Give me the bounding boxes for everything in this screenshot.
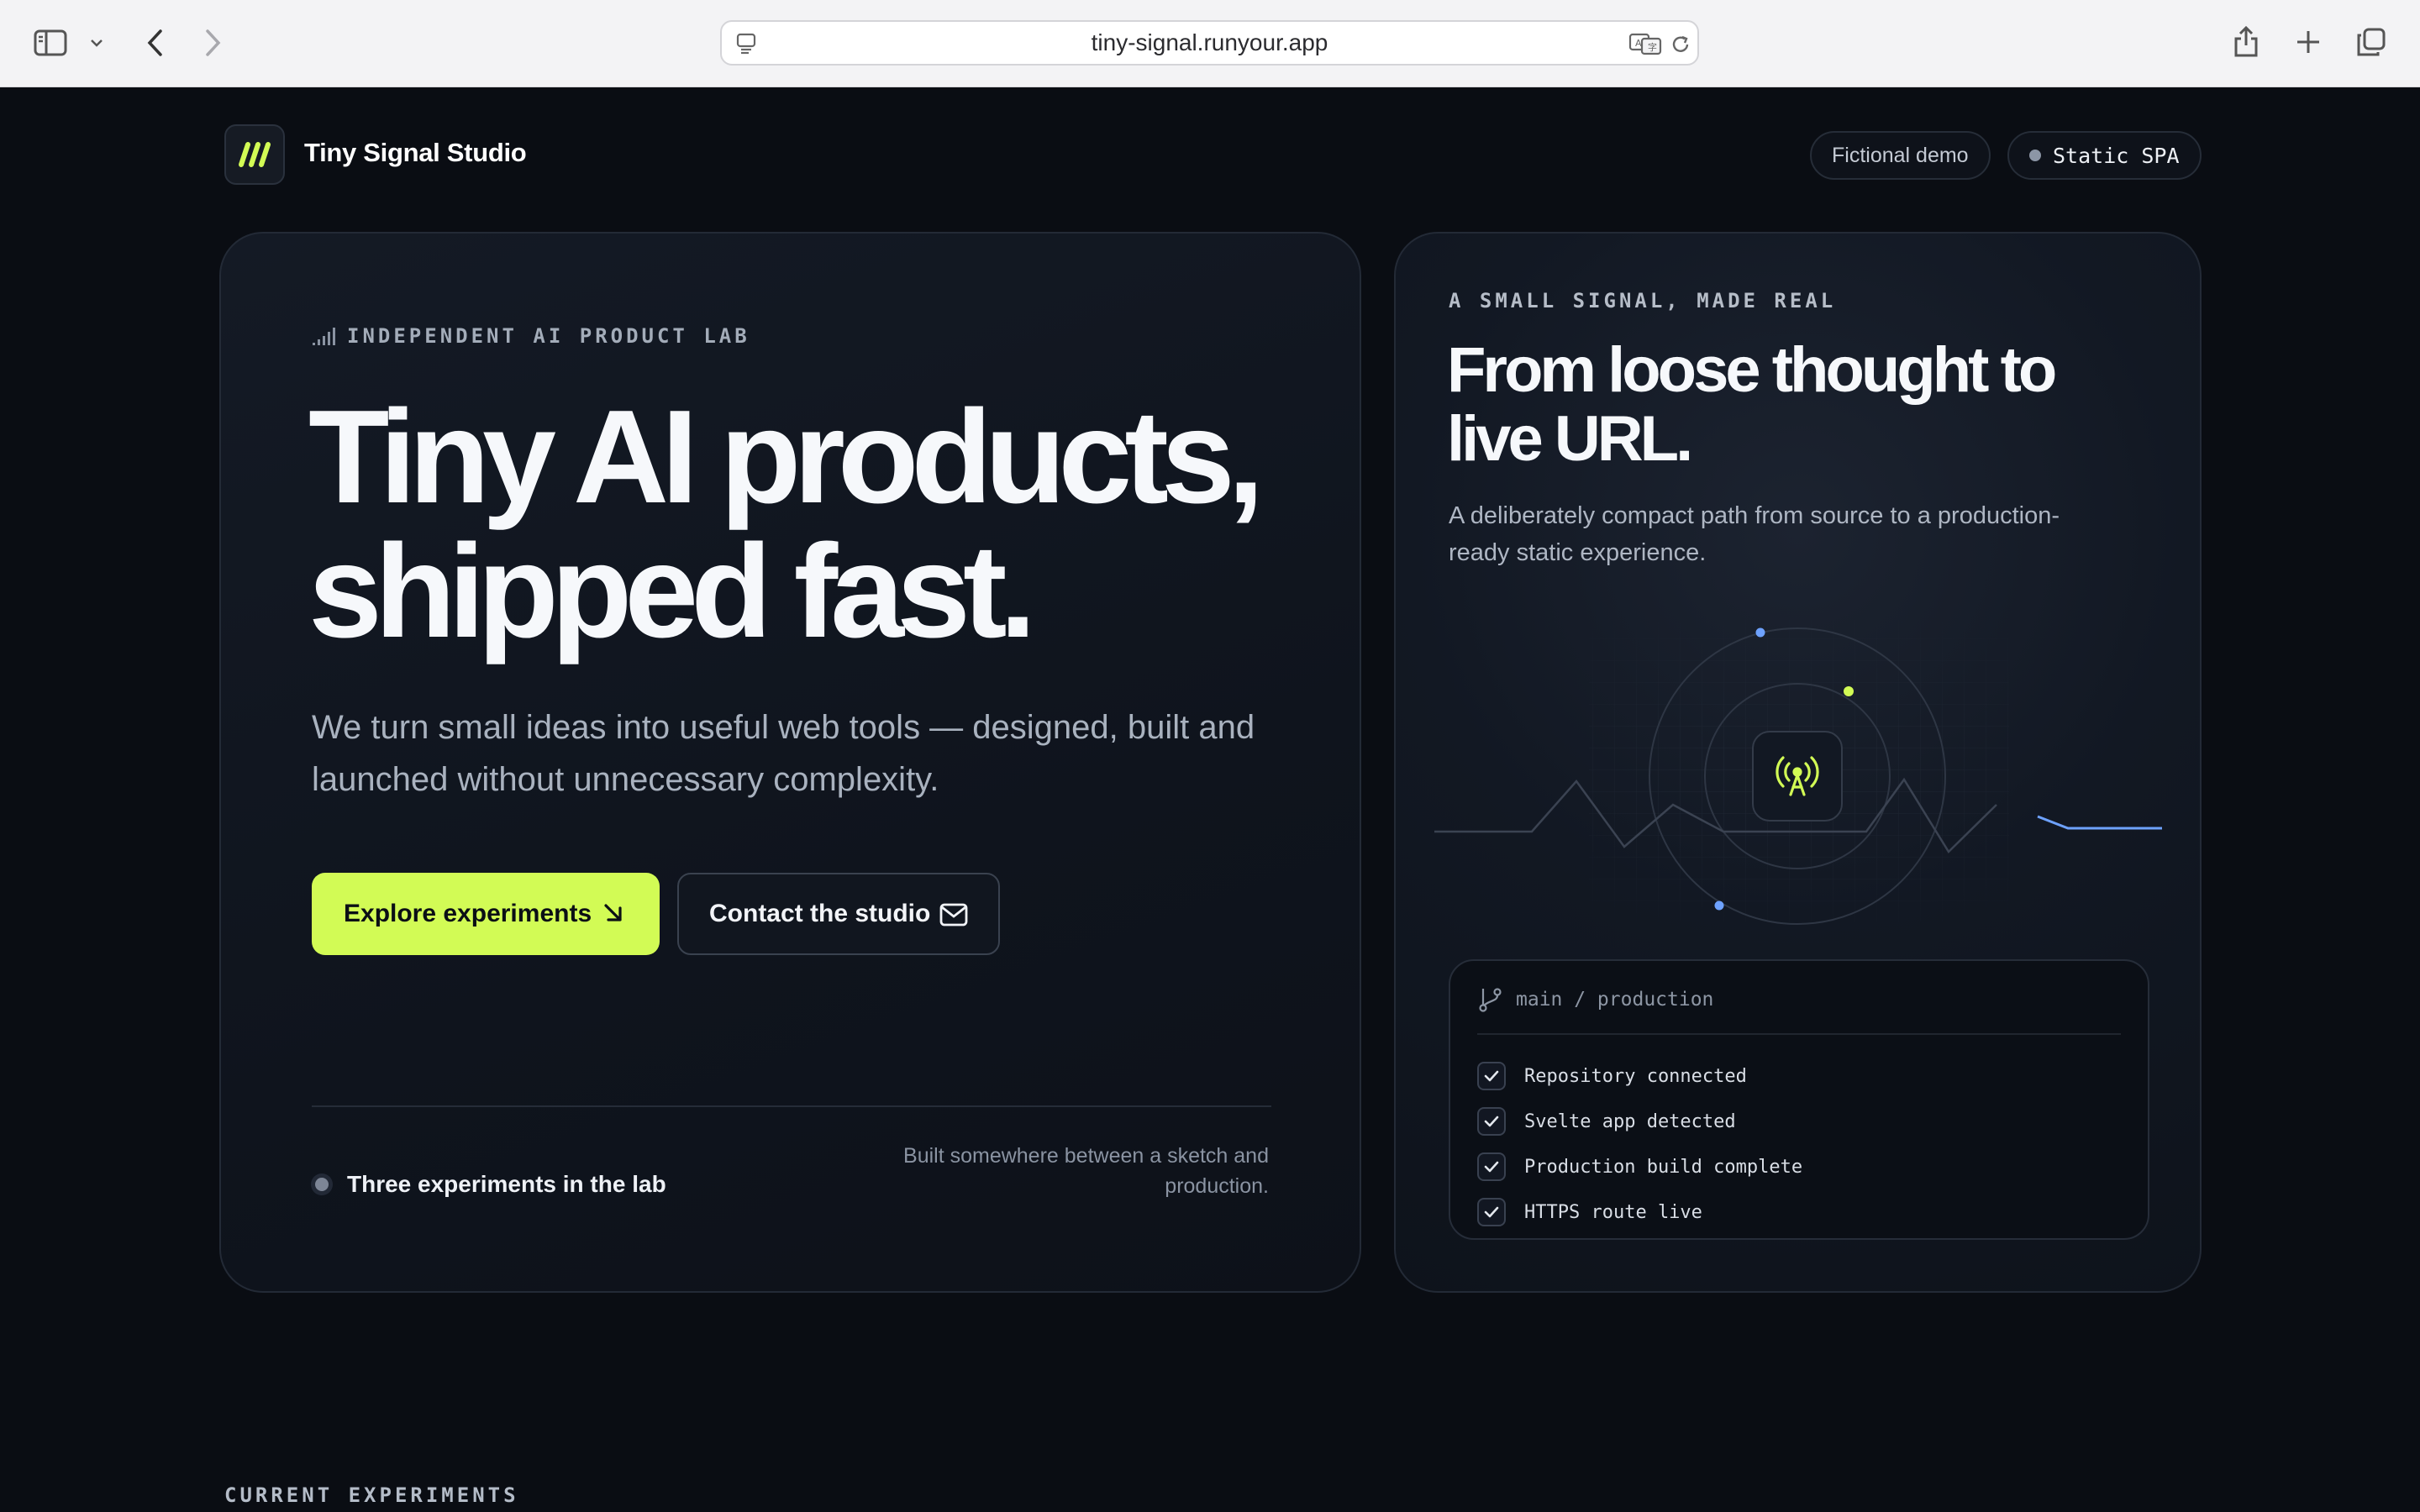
check-icon [1477, 1107, 1506, 1136]
svg-text:字: 字 [1648, 41, 1657, 53]
checklist-item: Production build complete [1477, 1144, 1802, 1189]
badge-label: Static SPA [2053, 143, 2180, 168]
check-icon [1477, 1062, 1506, 1090]
signal-bars-icon [313, 328, 335, 345]
hero-subtitle: We turn small ideas into useful web tool… [312, 709, 1255, 798]
hero-card: INDEPENDENT AI PRODUCT LAB Tiny AI produ… [219, 232, 1361, 1293]
current-experiments-heading: CURRENT EXPERIMENTS [224, 1483, 519, 1507]
checklist-item: HTTPS route live [1477, 1189, 1802, 1235]
checklist-item: Svelte app detected [1477, 1099, 1802, 1144]
tabs-icon[interactable] [2354, 25, 2388, 59]
arrow-down-right-icon [604, 904, 622, 921]
plus-icon[interactable] [2293, 27, 2323, 57]
branch-text: main / production [1516, 989, 1714, 1011]
mail-icon [939, 903, 968, 927]
hero-headline: Tiny AI products, shipped fast. [308, 390, 1275, 659]
badge-label: Fictional demo [1832, 143, 1969, 167]
browser-toolbar: tiny-signal.runyour.app A字 [0, 0, 2420, 87]
status-text: Three experiments in the lab [347, 1171, 666, 1197]
pipeline-card: A SMALL SIGNAL, MADE REAL From loose tho… [1394, 232, 2202, 1293]
share-icon[interactable] [2230, 24, 2262, 60]
brand-name[interactable]: Tiny Signal Studio [304, 138, 527, 168]
deploy-checklist: main / production Repository connected S… [1449, 959, 2149, 1240]
checklist-item-label: Production build complete [1524, 1156, 1803, 1178]
orbit-dot [1714, 900, 1724, 911]
reload-icon[interactable] [1668, 32, 1693, 57]
status-dot [315, 1178, 329, 1191]
contact-studio-button[interactable]: Contact the studio [677, 873, 1000, 955]
static-spa-badge: Static SPA [2007, 131, 2202, 180]
checklist-item-label: Svelte app detected [1524, 1110, 1736, 1132]
check-icon [1477, 1152, 1506, 1181]
orbit-dot [1844, 686, 1854, 696]
logo[interactable] [224, 124, 285, 185]
orbit-dot [1755, 627, 1765, 638]
logo-slashes-icon [239, 142, 271, 167]
translate-icon[interactable]: A字 [1628, 30, 1663, 57]
checklist-divider [1477, 1033, 2121, 1035]
eyebrow-text: INDEPENDENT AI PRODUCT LAB [347, 324, 750, 348]
lab-status: Three experiments in the lab [312, 1171, 666, 1198]
headline-line-1: Tiny AI products, [308, 383, 1265, 531]
forward-icon[interactable] [200, 25, 227, 60]
hero-note: Built somewhere between a sketch and pro… [903, 1144, 1269, 1198]
pipeline-kicker: A SMALL SIGNAL, MADE REAL [1449, 289, 1837, 312]
branch-label: main / production [1477, 986, 1713, 1013]
status-dot [2029, 150, 2041, 161]
headline-line-2: shipped fast. [308, 517, 1036, 665]
checklist-item-label: Repository connected [1524, 1065, 1747, 1087]
url-text[interactable]: tiny-signal.runyour.app [722, 22, 1697, 64]
check-icon [1477, 1198, 1506, 1226]
signal-visualization [1434, 620, 2162, 925]
pipeline-title: From loose thought to live URL. [1447, 334, 2057, 475]
checklist-item: Repository connected [1477, 1053, 1802, 1099]
git-branch-icon [1479, 988, 1502, 1012]
svg-text:A: A [1635, 38, 1642, 49]
fictional-demo-badge: Fictional demo [1810, 131, 1991, 180]
checklist-item-label: HTTPS route live [1524, 1201, 1702, 1223]
explore-experiments-button[interactable]: Explore experiments [312, 873, 660, 955]
back-icon[interactable] [141, 25, 168, 60]
sidebar-icon[interactable] [32, 27, 69, 59]
hero-eyebrow: INDEPENDENT AI PRODUCT LAB [312, 324, 750, 348]
pipeline-description: A deliberately compact path from source … [1449, 502, 2060, 566]
button-label: Explore experiments [344, 900, 592, 927]
button-label: Contact the studio [709, 900, 931, 927]
address-bar[interactable]: tiny-signal.runyour.app A字 [720, 20, 1699, 66]
chevron-down-icon[interactable] [87, 34, 106, 52]
hero-divider [312, 1105, 1271, 1107]
